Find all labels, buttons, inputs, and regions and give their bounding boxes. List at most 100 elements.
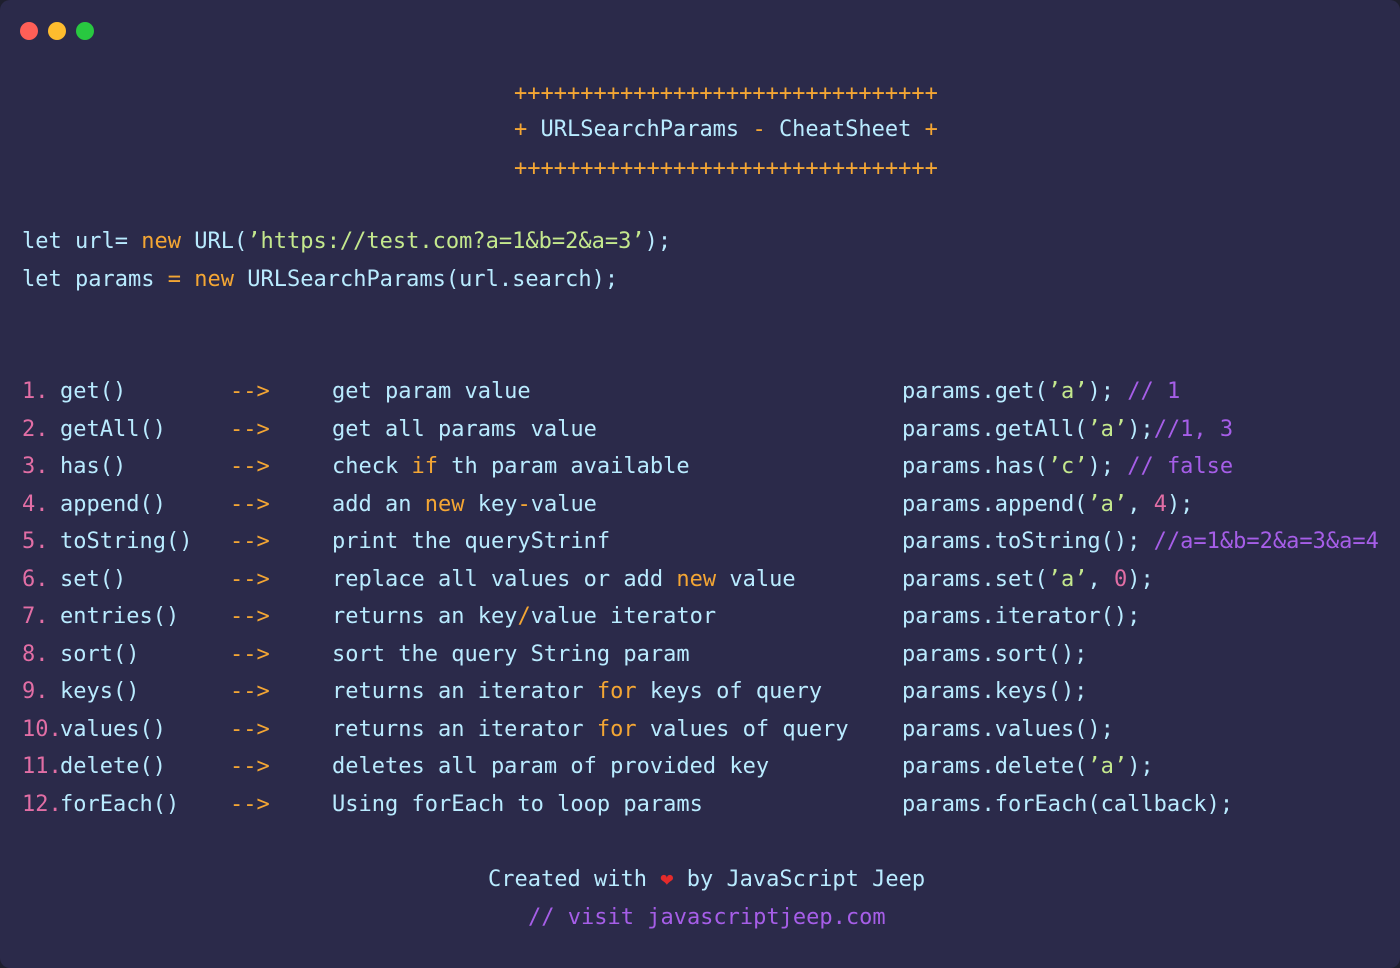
code-area: ++++++++++++++++++++++++++++++++ + URLSe… <box>0 0 1400 968</box>
method-example: params.keys(); <box>902 678 1087 706</box>
method-example: params.set(’a’, 0); <box>902 566 1154 594</box>
method-description: returns an key/value iterator <box>332 603 716 631</box>
arrow: --> <box>230 792 270 817</box>
example-segment: ’a’ <box>1087 492 1128 517</box>
method-number: 6. <box>22 567 49 592</box>
example-segment: params.toString(); <box>902 529 1154 554</box>
banner-top-border: ++++++++++++++++++++++++++++++++ <box>514 81 938 106</box>
method-example: params.forEach(callback); <box>902 791 1233 819</box>
footer-created: Created with <box>488 867 647 892</box>
description-segment: value iterator <box>530 604 717 629</box>
method-name: delete() <box>60 754 166 779</box>
example-segment: 0 <box>1113 567 1128 592</box>
example-segment: //1, 3 <box>1153 417 1234 442</box>
method-name: get() <box>60 379 127 404</box>
arrow: --> <box>230 417 270 442</box>
method-description: print the queryStrinf <box>332 528 610 556</box>
method-name: sort() <box>60 642 140 667</box>
description-segment: for <box>596 679 637 704</box>
description-segment: sort the query String param <box>332 642 690 667</box>
description-segment: Using forEach to loop params <box>332 792 703 817</box>
banner-subtitle: CheatSheet <box>778 117 912 142</box>
method-example: params.get(’a’); // 1 <box>902 378 1180 406</box>
example-segment: ); <box>1087 379 1128 404</box>
method-number: 1. <box>22 379 49 404</box>
new-keyword: new <box>194 267 234 292</box>
example-segment: ’a’ <box>1047 379 1088 404</box>
method-name: toString() <box>60 529 193 554</box>
example-segment: params.set( <box>902 567 1048 592</box>
method-description: deletes all param of provided key <box>332 753 769 781</box>
example-segment: ); <box>1127 567 1154 592</box>
method-description: returns an iterator for values of query <box>332 716 849 744</box>
method-example: params.values(); <box>902 716 1114 744</box>
method-description: get param value <box>332 378 531 406</box>
method-name: getAll() <box>60 417 166 442</box>
banner-title: URLSearchParams <box>540 117 740 142</box>
let-keyword: let <box>22 229 62 254</box>
description-segment: - <box>517 492 531 517</box>
example-segment: ’a’ <box>1047 567 1088 592</box>
example-segment: // 1 <box>1127 379 1181 404</box>
example-segment: ’a’ <box>1087 417 1128 442</box>
method-number: 10. <box>22 717 62 742</box>
method-number: 8. <box>22 642 49 667</box>
description-segment: new <box>424 492 465 517</box>
example-segment: 4 <box>1153 492 1167 517</box>
url-string: ’https://test.com?a=1&b=2&a=3’ <box>247 229 645 254</box>
example-segment: params.forEach(callback); <box>902 792 1234 817</box>
example-segment: // false <box>1127 454 1234 479</box>
banner-title-line: + URLSearchParams - CheatSheet + <box>514 116 938 144</box>
description-segment: add an <box>332 492 425 517</box>
method-name: values() <box>60 717 166 742</box>
example-segment: params.get( <box>902 379 1048 404</box>
description-segment: get param value <box>332 379 531 404</box>
description-segment: new <box>676 567 717 592</box>
setup-line-params: let params = new URLSearchParams(url.sea… <box>22 266 618 294</box>
description-segment: deletes all param of provided key <box>332 754 770 779</box>
example-segment: ); <box>1087 454 1128 479</box>
description-segment: returns an iterator <box>332 717 597 742</box>
example-segment: , <box>1087 567 1114 592</box>
method-number: 12. <box>22 792 62 817</box>
editor-window: ++++++++++++++++++++++++++++++++ + URLSe… <box>0 0 1400 968</box>
new-keyword: new <box>141 229 181 254</box>
method-example: params.delete(’a’); <box>902 753 1154 781</box>
method-description: get all params value <box>332 416 597 444</box>
params-call: URLSearchParams(url.search); <box>247 267 619 292</box>
description-segment: value <box>530 492 597 517</box>
method-number: 4. <box>22 492 49 517</box>
example-segment: params.iterator(); <box>902 604 1141 629</box>
params-variable: params <box>75 267 155 292</box>
method-description: replace all values or add new value <box>332 566 796 594</box>
description-segment: get all params value <box>332 417 597 442</box>
method-number: 3. <box>22 454 49 479</box>
example-segment: ); <box>1166 492 1194 517</box>
example-segment: params.has( <box>902 454 1048 479</box>
banner-plus-left: + <box>514 117 528 142</box>
arrow: --> <box>230 642 270 667</box>
arrow: --> <box>230 717 270 742</box>
example-segment: ’a’ <box>1087 754 1128 779</box>
example-segment: //a=1&b=2&a=3&a=4 <box>1153 529 1379 554</box>
url-call-end: ); <box>644 229 672 254</box>
method-example: params.append(’a’, 4); <box>902 491 1193 519</box>
method-name: set() <box>60 567 127 592</box>
description-segment: check <box>332 454 412 479</box>
example-segment: params.append( <box>902 492 1088 517</box>
heart-icon: ❤ <box>660 867 674 892</box>
description-segment: / <box>517 604 531 629</box>
description-segment: if <box>411 454 438 479</box>
url-variable: url= <box>75 229 128 254</box>
footer-visit-link[interactable]: // visit javascriptjeep.com <box>528 904 886 932</box>
arrow: --> <box>230 679 270 704</box>
description-segment: key <box>464 492 518 517</box>
arrow: --> <box>230 379 270 404</box>
arrow: --> <box>230 754 270 779</box>
example-segment: params.getAll( <box>902 417 1088 442</box>
method-name: keys() <box>60 679 140 704</box>
method-number: 7. <box>22 604 49 629</box>
method-example: params.has(’c’); // false <box>902 453 1233 481</box>
description-segment: print the queryStrinf <box>332 529 611 554</box>
description-segment: returns an iterator <box>332 679 597 704</box>
